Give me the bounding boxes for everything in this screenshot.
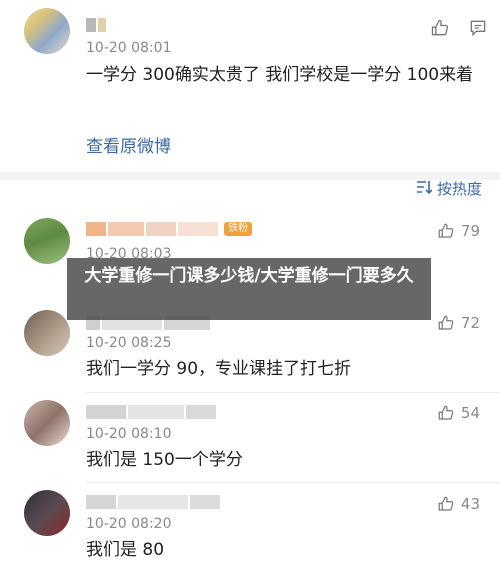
comment-text: 我们一学分 90，专业课挂了打七折 bbox=[86, 359, 352, 379]
like-button[interactable]: 43 bbox=[437, 495, 480, 513]
avatar[interactable] bbox=[24, 310, 70, 356]
like-count: 79 bbox=[460, 222, 480, 240]
sort-button[interactable]: 按热度 bbox=[416, 178, 482, 199]
username-blurred[interactable] bbox=[86, 495, 222, 511]
like-count: 54 bbox=[460, 404, 480, 422]
like-button[interactable]: 79 bbox=[437, 222, 480, 240]
sort-icon bbox=[416, 180, 433, 198]
comment-text: 一学分 300确实太贵了 我们学校是一学分 100来着 bbox=[86, 65, 474, 85]
thumbs-up-icon bbox=[437, 404, 455, 422]
avatar[interactable] bbox=[24, 400, 70, 446]
thumbs-up-icon[interactable] bbox=[430, 18, 450, 42]
thumbs-up-icon bbox=[437, 222, 455, 240]
like-count: 43 bbox=[460, 495, 480, 513]
divider bbox=[86, 482, 500, 483]
comment-text: 我们是 150一个学分 bbox=[86, 450, 243, 470]
comment-text: 我们是 80 bbox=[86, 540, 165, 560]
avatar[interactable] bbox=[24, 218, 70, 264]
username-blurred[interactable] bbox=[86, 18, 108, 34]
like-button[interactable]: 54 bbox=[437, 404, 480, 422]
title-banner: 大学重修一门课多少钱/大学重修一门要多久 bbox=[67, 258, 431, 320]
thumbs-up-icon bbox=[437, 495, 455, 513]
view-original-link[interactable]: 查看原微博 bbox=[86, 132, 171, 157]
like-button[interactable]: 72 bbox=[437, 314, 480, 332]
fan-badge: 铁粉 bbox=[224, 222, 252, 236]
username-blurred[interactable]: 铁粉 bbox=[86, 222, 252, 238]
avatar[interactable] bbox=[24, 490, 70, 536]
sort-label: 按热度 bbox=[436, 180, 482, 198]
thumbs-up-icon bbox=[437, 314, 455, 332]
comment-time: 10-20 08:25 bbox=[86, 335, 172, 351]
comment-time: 10-20 08:01 bbox=[86, 40, 172, 56]
comment-time: 10-20 08:10 bbox=[86, 426, 172, 442]
divider bbox=[86, 392, 500, 393]
comment-time: 10-20 08:20 bbox=[86, 516, 172, 532]
username-blurred[interactable] bbox=[86, 405, 218, 421]
like-count: 72 bbox=[460, 314, 480, 332]
avatar[interactable] bbox=[24, 8, 70, 54]
comment-icon[interactable] bbox=[468, 18, 488, 42]
